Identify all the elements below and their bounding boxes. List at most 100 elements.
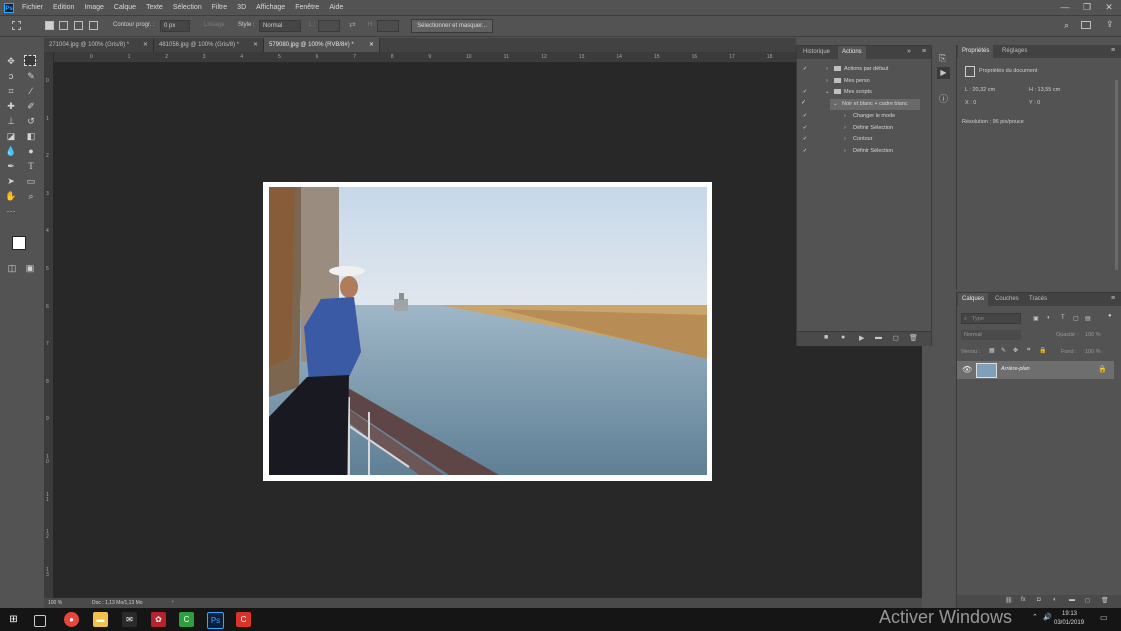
action-row[interactable]: ✓ › Actions par défaut	[797, 64, 925, 75]
doc-x[interactable]: X : 0	[965, 100, 976, 106]
filter-adjust-icon[interactable]: ◐	[1047, 315, 1051, 321]
opacity-value[interactable]: 100 %	[1085, 332, 1101, 338]
lock-artboard-icon[interactable]: ⌗	[1027, 347, 1030, 354]
close-tab-icon[interactable]: ✕	[369, 38, 374, 52]
menu-3d[interactable]: 3D	[237, 4, 246, 11]
group-icon[interactable]: ▬	[1069, 597, 1075, 603]
menu-selection[interactable]: Sélection	[173, 4, 202, 11]
healing-brush-icon[interactable]: ✚	[4, 100, 18, 113]
app-red-icon[interactable]: ✿	[151, 612, 166, 627]
menu-fenetre[interactable]: Fenêtre	[295, 4, 319, 11]
crop-tool-icon[interactable]: ⌗	[4, 85, 18, 98]
menu-filtre[interactable]: Filtre	[212, 4, 228, 11]
foreground-color-swatch[interactable]	[12, 236, 26, 250]
quick-mask-icon[interactable]: ◫	[5, 262, 19, 275]
check-icon[interactable]: ✓	[801, 87, 809, 98]
width-input[interactable]	[318, 20, 340, 32]
check-icon[interactable]: ✓	[801, 146, 809, 157]
quick-select-tool-icon[interactable]: ✎	[24, 70, 38, 83]
expand-arrow-icon[interactable]: ›	[844, 134, 846, 145]
tab-actions[interactable]: Actions	[838, 46, 866, 59]
subtract-selection-icon[interactable]	[74, 21, 83, 30]
type-tool-icon[interactable]: T	[24, 160, 38, 173]
tab-doc-3[interactable]: 579080.jpg @ 100% (RVB/8#) * ✕	[264, 38, 380, 52]
volume-icon[interactable]: 🔊	[1043, 613, 1052, 621]
new-set-icon[interactable]: ▬	[875, 334, 882, 341]
collapse-icon[interactable]: »	[907, 48, 911, 55]
action-row-selected[interactable]: ⌄ Noir et blanc + cadre blanc	[830, 99, 920, 110]
history-panel-icon[interactable]: ⎘	[939, 53, 946, 64]
new-layer-icon[interactable]: ◻	[1085, 597, 1090, 604]
doc-y[interactable]: Y : 0	[1029, 100, 1040, 106]
expand-arrow-icon[interactable]: ›	[826, 76, 828, 87]
share-icon[interactable]: ⇪	[1106, 19, 1114, 30]
scrollbar[interactable]	[1115, 80, 1118, 270]
menu-aide[interactable]: Aide	[329, 4, 343, 11]
tab-couches[interactable]: Couches	[991, 293, 1023, 306]
mail-icon[interactable]: ✉	[122, 612, 137, 627]
search-icon[interactable]: ⌕	[1064, 20, 1069, 31]
new-selection-icon[interactable]	[45, 21, 54, 30]
expand-arrow-icon[interactable]: ›	[844, 146, 846, 157]
height-input[interactable]	[377, 20, 399, 32]
style-select[interactable]: Normal	[259, 20, 301, 32]
app-green-icon[interactable]: C	[179, 612, 194, 627]
status-arrow-icon[interactable]: ›	[172, 599, 174, 605]
windows-start-icon[interactable]: ⊞	[6, 612, 21, 627]
tab-reglages[interactable]: Réglages	[998, 45, 1031, 58]
menu-texte[interactable]: Texte	[146, 4, 163, 11]
notifications-icon[interactable]: ▭	[1100, 613, 1108, 622]
info-panel-icon[interactable]: ⓘ	[939, 92, 948, 105]
lasso-tool-icon[interactable]: ↄ	[4, 70, 18, 83]
check-icon[interactable]: ✓	[801, 123, 809, 134]
trash-icon[interactable]: 🗑	[909, 334, 918, 342]
stamp-tool-icon[interactable]: ⊥	[4, 115, 18, 128]
expand-arrow-icon[interactable]: ›	[844, 111, 846, 122]
menu-image[interactable]: Image	[84, 4, 103, 11]
layer-row[interactable]: 👁 Arrière-plan 🔒	[957, 361, 1114, 379]
eyedropper-tool-icon[interactable]: ∕	[24, 85, 38, 98]
brush-tool-icon[interactable]: ✐	[24, 100, 38, 113]
panel-menu-icon[interactable]: ≡	[1111, 295, 1115, 302]
menu-edition[interactable]: Edition	[53, 4, 74, 11]
eye-visibility-icon[interactable]: 👁	[962, 365, 972, 374]
expand-arrow-icon[interactable]: ›	[826, 64, 828, 75]
action-step-row[interactable]: ✓ › Définir Sélection	[797, 146, 925, 157]
expand-arrow-icon[interactable]: ›	[844, 123, 846, 134]
lock-pixels-icon[interactable]: ✎	[1001, 347, 1006, 354]
restore-button[interactable]: ❐	[1076, 0, 1098, 15]
edit-toolbar-icon[interactable]: ···	[4, 205, 18, 218]
mask-icon[interactable]: ◘	[1037, 597, 1041, 603]
expanded-arrow-icon[interactable]: ⌄	[825, 87, 830, 98]
photoshop-taskbar-icon[interactable]: Ps	[207, 612, 224, 629]
actions-panel-icon[interactable]: ▶	[937, 67, 950, 79]
play-icon[interactable]: ▶	[859, 334, 864, 342]
lock-position-icon[interactable]: ✥	[1013, 347, 1018, 354]
clock-time[interactable]: 19:13	[1062, 611, 1077, 617]
blend-mode-select[interactable]: Normal	[961, 330, 1021, 340]
adjustment-icon[interactable]: ◐	[1053, 597, 1057, 603]
action-row[interactable]: › Mes perso	[797, 76, 925, 87]
feather-input[interactable]: 0 px	[160, 20, 190, 32]
app-camtasia-icon[interactable]: C	[236, 612, 251, 627]
filter-shape-icon[interactable]: ▢	[1073, 315, 1079, 322]
panel-menu-icon[interactable]: ≡	[922, 48, 926, 55]
check-icon[interactable]: ✓	[801, 64, 809, 75]
stop-icon[interactable]: ■	[824, 334, 828, 341]
blur-tool-icon[interactable]: 💧	[4, 145, 18, 158]
delete-layer-icon[interactable]: 🗑	[1101, 597, 1109, 604]
close-tab-icon[interactable]: ✕	[143, 38, 148, 52]
tray-chevron-icon[interactable]: ⌃	[1032, 613, 1038, 621]
rectangle-tool-icon[interactable]: ▭	[24, 175, 38, 188]
filter-type-icon[interactable]: T	[1061, 315, 1065, 321]
doc-width[interactable]: L : 20,32 cm	[965, 87, 995, 93]
tab-historique[interactable]: Historique	[799, 46, 834, 59]
select-and-mask-button[interactable]: Sélectionner et masquer...	[411, 19, 493, 33]
zoom-tool-icon[interactable]: ⌕	[24, 190, 38, 203]
check-icon[interactable]: ✓	[801, 99, 806, 106]
lock-all-icon[interactable]: 🔒	[1039, 347, 1046, 354]
zoom-level[interactable]: 100 %	[48, 600, 62, 606]
history-brush-icon[interactable]: ↺	[24, 115, 38, 128]
path-select-icon[interactable]: ➤	[4, 175, 18, 188]
fill-value[interactable]: 100 %	[1085, 349, 1101, 355]
